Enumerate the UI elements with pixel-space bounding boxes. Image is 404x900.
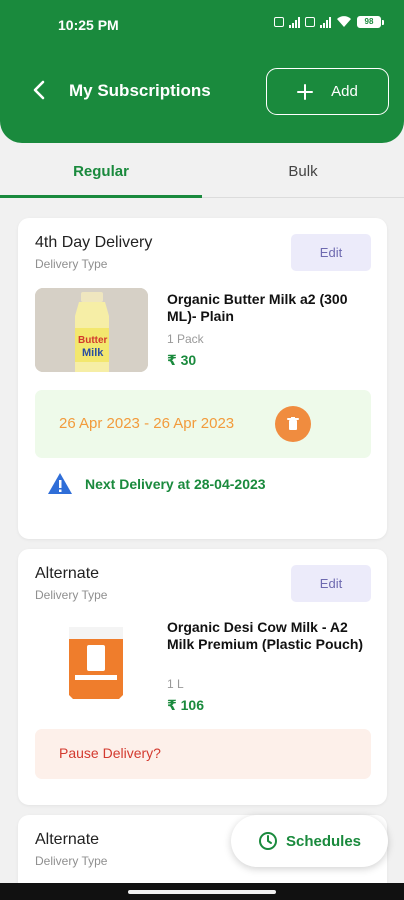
edit-button[interactable]: Edit bbox=[291, 234, 371, 271]
product-quantity: 1 Pack bbox=[167, 332, 204, 346]
app-header: My Subscriptions Add bbox=[0, 40, 404, 143]
butter-milk-bottle-image: Butter Milk bbox=[35, 288, 148, 372]
svg-text:Milk: Milk bbox=[82, 347, 104, 359]
product-name: Organic Desi Cow Milk - A2 Milk Premium … bbox=[167, 619, 364, 652]
delivery-type: Alternate bbox=[35, 565, 100, 582]
product-name: Organic Butter Milk a2 (300 ML)- Plain bbox=[167, 291, 348, 324]
status-icons: 98 bbox=[274, 16, 384, 28]
next-delivery-text: Next Delivery at 28-04-2023 bbox=[85, 476, 266, 492]
back-arrow-icon[interactable] bbox=[28, 78, 52, 102]
product-quantity: 1 L bbox=[167, 677, 184, 691]
product-price: ₹ 30 bbox=[167, 352, 197, 368]
subscription-date-box: 26 Apr 2023 - 26 Apr 2023 bbox=[35, 390, 371, 458]
status-time: 10:25 PM bbox=[58, 17, 119, 33]
edit-label: Edit bbox=[319, 245, 343, 260]
status-bar: 10:25 PM 98 bbox=[0, 0, 404, 40]
add-subscription-button[interactable]: Add bbox=[266, 68, 389, 115]
tab-bulk[interactable]: Bulk bbox=[202, 163, 404, 180]
add-button-label: Add bbox=[331, 83, 358, 100]
product-image: Butter Milk bbox=[35, 288, 148, 372]
delivery-type-caption: Delivery Type bbox=[35, 854, 108, 868]
delivery-type-caption: Delivery Type bbox=[35, 257, 108, 271]
delivery-type: Alternate bbox=[35, 831, 100, 848]
page-title: My Subscriptions bbox=[69, 81, 211, 100]
pause-delivery-button[interactable]: Pause Delivery? bbox=[35, 729, 371, 779]
info-warning-icon bbox=[48, 473, 72, 494]
plus-icon bbox=[297, 83, 314, 100]
next-delivery-row: Next Delivery at 28-04-2023 bbox=[47, 472, 266, 496]
battery-icon: 98 bbox=[357, 16, 384, 28]
sim-icon bbox=[274, 17, 284, 27]
clock-icon bbox=[258, 832, 277, 850]
schedules-label: Schedules bbox=[285, 832, 362, 850]
delivery-type-caption: Delivery Type bbox=[35, 588, 108, 602]
signal-icon bbox=[320, 16, 331, 28]
delivery-type: 4th Day Delivery bbox=[35, 234, 153, 251]
date-range: 26 Apr 2023 - 26 Apr 2023 bbox=[59, 415, 235, 432]
wifi-icon bbox=[337, 16, 351, 27]
tab-regular[interactable]: Regular bbox=[0, 163, 202, 180]
pause-delivery-label: Pause Delivery? bbox=[59, 745, 161, 761]
product-image bbox=[35, 619, 148, 703]
home-indicator[interactable] bbox=[128, 890, 276, 894]
tab-bar: Regular Bulk bbox=[0, 143, 404, 198]
svg-text:Butter: Butter bbox=[78, 335, 108, 346]
subscription-card: Alternate Delivery Type Edit Organic Des… bbox=[18, 549, 387, 805]
active-tab-indicator bbox=[0, 195, 202, 198]
trash-icon bbox=[287, 417, 299, 430]
edit-button[interactable]: Edit bbox=[291, 565, 371, 602]
edit-label: Edit bbox=[319, 576, 343, 591]
milk-pouch-image bbox=[35, 619, 148, 703]
sim-icon bbox=[305, 17, 315, 27]
product-price: ₹ 106 bbox=[167, 697, 204, 713]
signal-icon bbox=[289, 16, 300, 28]
delete-subscription-button[interactable] bbox=[275, 406, 311, 442]
system-nav-bar bbox=[0, 883, 404, 900]
subscription-card: 4th Day Delivery Delivery Type Edit Butt… bbox=[18, 218, 387, 539]
schedules-button[interactable]: Schedules bbox=[231, 815, 388, 867]
battery-level: 98 bbox=[357, 16, 381, 28]
